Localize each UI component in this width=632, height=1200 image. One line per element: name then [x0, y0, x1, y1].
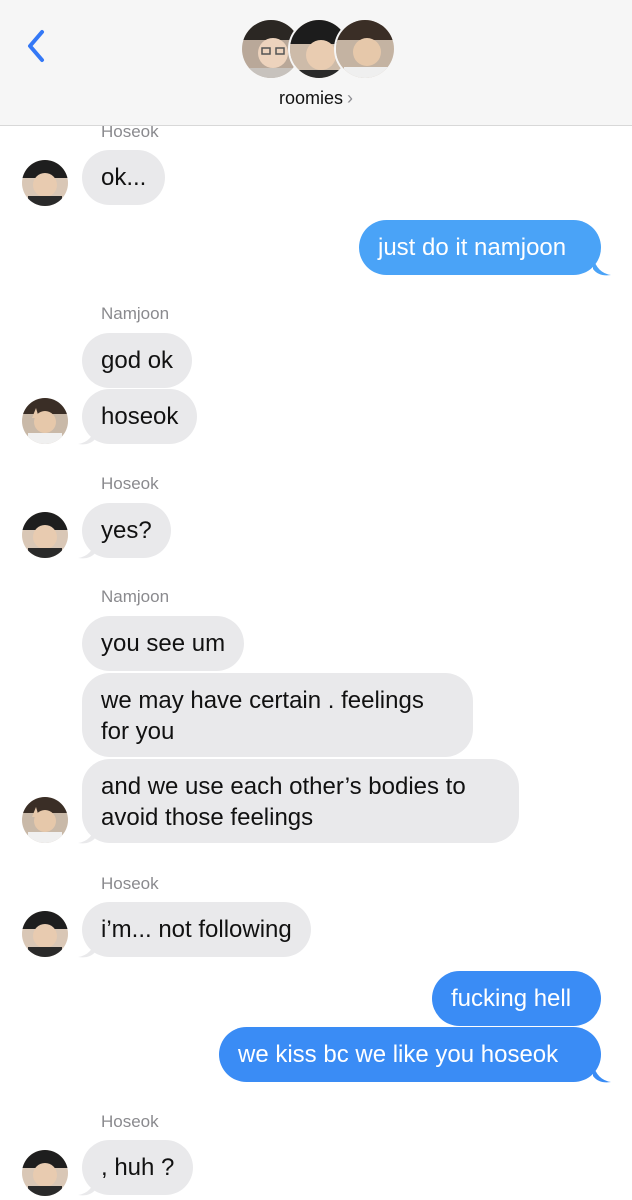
message-bubble-incoming[interactable]: i’m... not following [82, 902, 311, 957]
bubble-tail [78, 540, 96, 559]
sender-name: Hoseok [101, 874, 159, 893]
message-bubble-outgoing[interactable]: fucking hell [432, 971, 601, 1026]
conversation-title[interactable]: roomies › [0, 88, 632, 109]
message-bubble-outgoing[interactable]: we kiss bc we like you hoseok [219, 1027, 601, 1082]
message-thread: Hoseok ok... just do it namjoon Namjoon … [0, 0, 632, 1200]
sender-name: Hoseok [101, 474, 159, 493]
sender-name: Hoseok [101, 1112, 159, 1131]
group-avatar-3 [334, 18, 396, 80]
chevron-right-icon: › [347, 88, 354, 108]
conversation-header: roomies › [0, 0, 632, 126]
bubble-tail [593, 257, 611, 276]
message-bubble-incoming[interactable]: you see um [82, 616, 245, 671]
group-name: roomies [278, 88, 344, 108]
sender-name: Namjoon [101, 304, 170, 323]
message-bubble-outgoing[interactable]: just do it namjoon [359, 220, 601, 275]
bubble-tail [593, 1064, 611, 1083]
group-avatars[interactable] [240, 18, 396, 82]
avatar-namjoon[interactable] [22, 398, 68, 444]
message-bubble-incoming[interactable]: hoseok [82, 389, 198, 444]
avatar-namjoon[interactable] [22, 797, 68, 843]
back-button[interactable] [22, 26, 50, 66]
message-bubble-incoming[interactable]: ok... [82, 150, 166, 205]
bubble-tail [78, 939, 96, 958]
bubble-tail [78, 1177, 96, 1196]
chevron-left-icon [28, 30, 44, 62]
bubble-tail [78, 426, 96, 445]
avatar-hoseok[interactable] [22, 160, 68, 206]
message-bubble-incoming[interactable]: and we use each other’s bodies to avoid … [82, 759, 519, 843]
avatar-hoseok[interactable] [22, 1150, 68, 1196]
avatar-hoseok[interactable] [22, 911, 68, 957]
avatar-hoseok[interactable] [22, 512, 68, 558]
bubble-tail [78, 825, 96, 844]
sender-name: Namjoon [101, 587, 170, 606]
message-bubble-incoming[interactable]: , huh ? [82, 1140, 194, 1195]
message-bubble-incoming[interactable]: god ok [82, 333, 193, 388]
message-bubble-incoming[interactable]: we may have certain . feelings for you [82, 673, 473, 757]
